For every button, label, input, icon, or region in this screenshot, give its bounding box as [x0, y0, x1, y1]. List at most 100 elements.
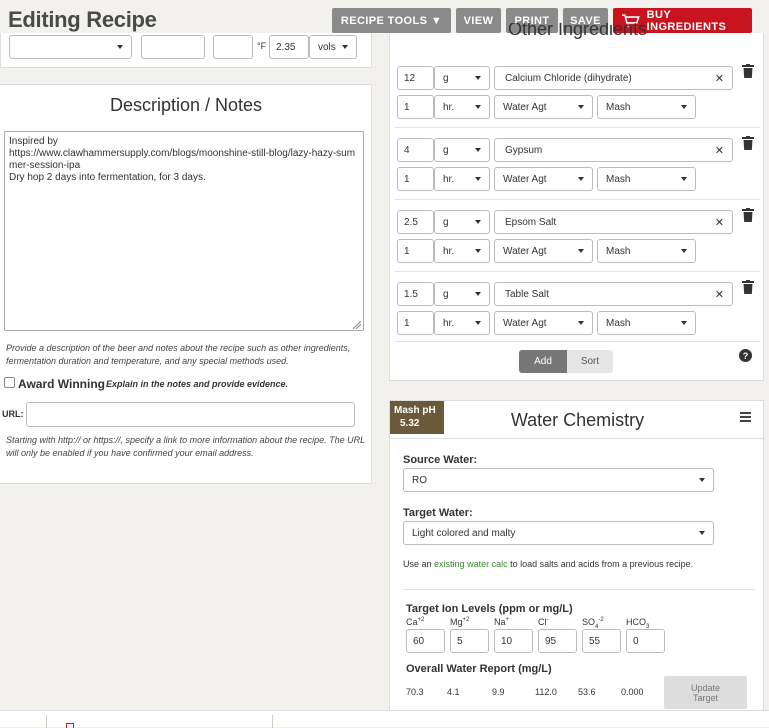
hamburger-menu-icon[interactable]	[740, 412, 751, 422]
award-winning-checkbox[interactable]	[4, 377, 15, 388]
carbonation-unit-select[interactable]: vols	[309, 35, 357, 59]
water-chemistry-heading: Water Chemistry	[510, 410, 645, 430]
sort-ingredients-button[interactable]: Sort	[567, 350, 613, 373]
clear-icon[interactable]: ✕	[715, 72, 724, 85]
ingredient-unit-select[interactable]: g	[434, 138, 490, 162]
ingredient-stage-select[interactable]: Mash	[597, 95, 696, 119]
source-water-select[interactable]: RO	[403, 468, 714, 492]
chevron-down-icon	[475, 177, 481, 181]
ingredient-amount-input[interactable]: 2.5	[397, 210, 434, 234]
use-label: Water Agt	[503, 245, 547, 257]
ion-label: SO4-2	[582, 617, 604, 630]
update-target-button[interactable]: Update Target	[664, 676, 747, 709]
award-winning-label: Award Winning	[18, 377, 105, 391]
ingredient-name: Calcium Chloride (dihydrate)	[505, 72, 632, 84]
time-unit-label: hr.	[443, 101, 455, 113]
unit-label: g	[443, 72, 449, 84]
ingredient-time-unit-select[interactable]: hr.	[434, 167, 490, 191]
ingredient-time-input[interactable]: 1	[397, 167, 434, 191]
ingredient-use-select[interactable]: Water Agt	[494, 239, 593, 263]
target-water-value: Light colored and malty	[412, 527, 516, 539]
clear-icon[interactable]: ✕	[715, 144, 724, 157]
stage-label: Mash	[606, 173, 631, 185]
chevron-down-icon	[342, 45, 348, 49]
chevron-down-icon	[681, 249, 687, 253]
existing-water-calc-link[interactable]: existing water calc	[434, 559, 508, 569]
ion-charge: +2	[462, 617, 470, 623]
trash-icon[interactable]	[742, 136, 756, 152]
ingredient-time-unit-select[interactable]: hr.	[434, 311, 490, 335]
ingredient-amount-input[interactable]: 4	[397, 138, 434, 162]
ingredient-amount-input[interactable]: 1.5	[397, 282, 434, 306]
source-water-value: RO	[412, 474, 427, 486]
ingredient-time-unit-select[interactable]: hr.	[434, 239, 490, 263]
ingredient-name-input[interactable]: Calcium Chloride (dihydrate) ✕	[494, 66, 733, 90]
add-ingredient-button[interactable]: Add	[519, 350, 567, 373]
clear-icon[interactable]: ✕	[715, 216, 724, 229]
chevron-down-icon	[475, 76, 481, 80]
trash-icon[interactable]	[742, 280, 756, 296]
ingredient-time-input[interactable]: 1	[397, 239, 434, 263]
bottom-bar	[0, 710, 769, 728]
ion-input[interactable]: 55	[582, 629, 621, 653]
ingredient-name-input[interactable]: Gypsum ✕	[494, 138, 733, 162]
ingredient-time-unit-select[interactable]: hr.	[434, 95, 490, 119]
divider	[395, 127, 760, 128]
report-value: 0.000	[621, 687, 644, 697]
carbonation-unit-label: vols	[318, 41, 336, 53]
target-water-select[interactable]: Light colored and malty	[403, 521, 714, 545]
ion-input[interactable]: 95	[538, 629, 577, 653]
temperature-input[interactable]	[213, 35, 253, 59]
ingredient-unit-select[interactable]: g	[434, 66, 490, 90]
divider	[395, 199, 760, 200]
style-select[interactable]	[9, 35, 132, 59]
report-value: 9.9	[492, 687, 505, 697]
flag-icon	[66, 723, 74, 728]
help-icon[interactable]: ?	[739, 349, 752, 362]
ingredient-unit-select[interactable]: g	[434, 210, 490, 234]
ingredient-use-select[interactable]: Water Agt	[494, 95, 593, 119]
chevron-down-icon	[578, 321, 584, 325]
ingredient-stage-select[interactable]: Mash	[597, 239, 696, 263]
use-label: Water Agt	[503, 173, 547, 185]
report-value: 112.0	[535, 687, 557, 697]
time-unit-label: hr.	[443, 245, 455, 257]
ingredient-use-select[interactable]: Water Agt	[494, 311, 593, 335]
resize-handle-icon[interactable]	[353, 321, 361, 329]
water-report-heading: Overall Water Report (mg/L)	[406, 663, 552, 675]
ingredient-unit-select[interactable]: g	[434, 282, 490, 306]
recipe-details-panel: °F 2.35 vols	[0, 33, 372, 68]
ingredient-use-select[interactable]: Water Agt	[494, 167, 593, 191]
ion-label: Cl-	[538, 617, 549, 630]
ion-input[interactable]: 10	[494, 629, 533, 653]
ingredient-name-input[interactable]: Table Salt ✕	[494, 282, 733, 306]
description-panel: Description / Notes Inspired by https://…	[0, 84, 372, 484]
ion-symbol: Mg	[450, 617, 463, 627]
ingredient-name-input[interactable]: Epsom Salt ✕	[494, 210, 733, 234]
trash-icon[interactable]	[742, 64, 756, 80]
ingredient-stage-select[interactable]: Mash	[597, 311, 696, 335]
carbonation-input[interactable]: 2.35	[269, 35, 309, 59]
value-input[interactable]	[141, 35, 205, 59]
url-input[interactable]	[26, 402, 355, 427]
ion-input[interactable]: 0	[626, 629, 665, 653]
chevron-down-icon	[681, 177, 687, 181]
chevron-down-icon	[117, 45, 123, 49]
ingredient-time-input[interactable]: 1	[397, 95, 434, 119]
url-label: URL:	[2, 409, 24, 419]
ion-symbol: SO	[582, 617, 596, 627]
trash-icon[interactable]	[742, 208, 756, 224]
description-help-text: Provide a description of the beer and no…	[6, 343, 351, 366]
description-textarea[interactable]: Inspired by https://www.clawhammersupply…	[4, 131, 364, 331]
ingredient-stage-select[interactable]: Mash	[597, 167, 696, 191]
ion-input[interactable]: 60	[406, 629, 445, 653]
target-water-label: Target Water:	[403, 507, 473, 519]
ingredient-name: Table Salt	[505, 288, 549, 300]
use-label: Water Agt	[503, 101, 547, 113]
clear-icon[interactable]: ✕	[715, 288, 724, 301]
source-water-label: Source Water:	[403, 454, 478, 466]
ingredient-amount-input[interactable]: 12	[397, 66, 434, 90]
ingredient-time-input[interactable]: 1	[397, 311, 434, 335]
chevron-down-icon	[475, 321, 481, 325]
ion-input[interactable]: 5	[450, 629, 489, 653]
